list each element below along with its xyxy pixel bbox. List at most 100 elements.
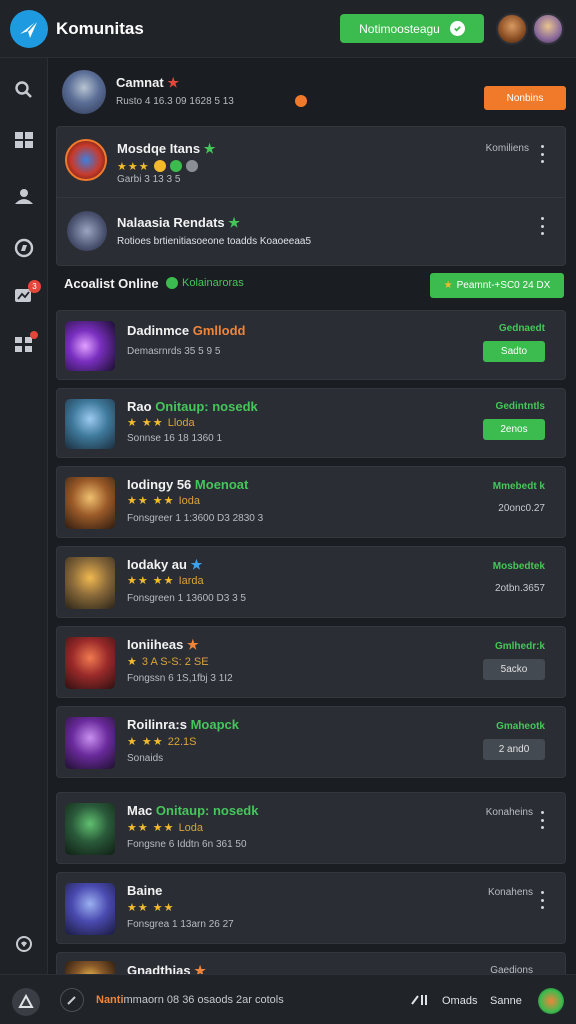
profile-name: Camnat ★ [116, 75, 179, 90]
top-action-button[interactable]: Notimoosteagu [340, 14, 484, 43]
chat-icon[interactable]: 3 [12, 280, 41, 308]
dot-badge [30, 331, 38, 339]
search-icon[interactable] [12, 78, 36, 102]
bottom-label-1[interactable]: Omads [442, 995, 477, 1007]
item1-meta: Garbi 3 13 3 5 [117, 174, 181, 185]
section-action-button[interactable]: ★ Peamnt-+SC0 24 DX [430, 273, 564, 298]
game-action-button[interactable]: 2enos [483, 419, 545, 440]
profile-action-button[interactable]: Nonbins [484, 86, 566, 110]
game-action-button[interactable]: Sadto [483, 341, 545, 362]
notification-badge: 3 [28, 280, 41, 293]
game-status: Mmebedt k [492, 481, 545, 492]
friend-avatar[interactable] [532, 13, 564, 45]
game-card[interactable]: Gnadthias ★ Gaedions [56, 952, 566, 974]
section-subtitle: Kolainaroras [166, 277, 244, 289]
game-title: Roilinra:s Moapck [127, 717, 239, 732]
game-thumbnail [65, 399, 115, 449]
volume-icon[interactable] [408, 988, 432, 1012]
game-meta: Fonsgreer 1 1:3600 D3 2830 3 [127, 513, 264, 524]
game-card[interactable]: Rao Onitaup: nosedk ★ ★★ Lloda Sonnse 16… [56, 388, 566, 458]
game-action-button[interactable]: 2 and0 [483, 739, 545, 760]
profile-strip: Camnat ★ Rusto 4 16.3 09 1628 5 13 Nonbi… [56, 58, 568, 122]
game-thumbnail [65, 477, 115, 529]
item2-more-icon[interactable] [541, 217, 545, 235]
game-thumbnail [65, 961, 115, 974]
top-bar: Komunitas Notimoosteagu [0, 0, 576, 58]
check-icon [449, 21, 465, 36]
game-rating: ★ ★★ Lloda [127, 417, 195, 429]
app-title: Komunitas [56, 18, 144, 38]
bottom-status-text: Nantimmaorn 08 36 osaods 2ar cotols [96, 994, 284, 1006]
game-meta: Fonsgreen 1 13600 D3 3 5 [127, 593, 246, 604]
item2-name: Nalaasia Rendats ★ [117, 215, 240, 230]
profile-meta: Rusto 4 16.3 09 1628 5 13 [116, 96, 234, 107]
game-thumbnail [65, 321, 115, 371]
game-meta: Fongsne 6 Iddtn 6n 361 50 [127, 839, 247, 850]
bottom-label-2[interactable]: Sanne [490, 995, 522, 1007]
game-card[interactable]: Baine ★★ ★★ Fonsgrea 1 13arn 26 27 Konah… [56, 872, 566, 944]
game-title: Mac Onitaup: nosedk [127, 803, 259, 818]
game-thumbnail [65, 717, 115, 769]
item2-avatar[interactable] [67, 211, 107, 251]
sidebar: 3 [0, 58, 48, 974]
game-rating: ★★ ★★ [127, 902, 175, 914]
game-card[interactable]: Mac Onitaup: nosedk ★★ ★★ Loda Fongsne 6… [56, 792, 566, 864]
users-icon[interactable] [12, 184, 36, 208]
game-meta: Sonnse 16 18 1360 1 [127, 433, 223, 444]
game-action-button[interactable]: 5acko [483, 659, 545, 680]
game-title: Dadinmce Gmllodd [127, 323, 246, 338]
top-action-label: Notimoosteagu [359, 21, 440, 36]
game-status: Konahens [487, 887, 533, 898]
game-meta: Fonsgrea 1 13arn 26 27 [127, 919, 234, 930]
game-rating: ★ ★★ 22.1S [127, 736, 197, 748]
app-logo[interactable] [10, 9, 48, 48]
game-title: Ioniiheas ★ [127, 637, 199, 652]
game-more-icon[interactable] [541, 811, 545, 829]
game-card[interactable]: Dadinmce Gmllodd Demasrnrds 35 5 9 5 Ged… [56, 310, 566, 380]
game-title: Iodaky au ★ [127, 557, 203, 572]
game-time: 2otbn.3657 [494, 583, 545, 594]
game-status: Mosbedtek [492, 561, 545, 572]
app-root: Komunitas Notimoosteagu 3 Camnat ★ Rusto… [0, 0, 576, 1024]
game-card[interactable]: Iodingy 56 Moenoat ★★ ★★ Ioda Fonsgreer … [56, 466, 566, 538]
game-meta: Sonaids [127, 753, 164, 764]
game-status: Gednaedt [498, 323, 545, 334]
game-status: Konaheins [485, 807, 533, 818]
item1-rating: ★★★ [117, 160, 198, 173]
game-status: Gaedions [490, 965, 533, 974]
game-rating: ★ 3 A S-S: 2 SE [127, 656, 209, 668]
game-thumbnail [65, 803, 115, 855]
game-title: Iodingy 56 Moenoat [127, 477, 249, 492]
home-icon[interactable] [12, 988, 40, 1016]
grid-icon[interactable] [12, 128, 36, 152]
game-rating: ★★ ★★ Loda [127, 822, 204, 834]
game-title: Rao Onitaup: nosedk [127, 399, 258, 414]
games-icon[interactable] [12, 331, 38, 356]
item1-avatar[interactable] [65, 139, 107, 181]
item1-status: Komiliens [485, 143, 529, 154]
game-rating: ★★ ★★ Iarda [127, 575, 204, 587]
game-thumbnail [65, 557, 115, 609]
item1-name: Mosdqe Itans ★ [117, 141, 216, 156]
edit-icon[interactable] [60, 988, 84, 1012]
game-meta: Fongssn 6 1S,1fbj 3 1I2 [127, 673, 233, 684]
game-thumbnail [65, 637, 115, 689]
game-more-icon[interactable] [541, 891, 545, 909]
game-card[interactable]: Roilinra:s Moapck ★ ★★ 22.1S Sonaids Gma… [56, 706, 566, 778]
profile-menu-icon[interactable] [538, 988, 564, 1014]
friends-panel: Mosdqe Itans ★ ★★★ Garbi 3 13 3 5 Komili… [56, 126, 566, 266]
game-thumbnail [65, 883, 115, 935]
game-status: Gedintntls [495, 401, 545, 412]
user-avatar[interactable] [496, 13, 528, 45]
game-card[interactable]: Iodaky au ★ ★★ ★★ Iarda Fonsgreen 1 1360… [56, 546, 566, 618]
bottom-bar: Nantimmaorn 08 36 osaods 2ar cotols Omad… [0, 974, 576, 1024]
profile-avatar[interactable] [62, 70, 106, 114]
main-content: Camnat ★ Rusto 4 16.3 09 1628 5 13 Nonbi… [56, 58, 568, 974]
heart-icon[interactable] [12, 932, 36, 956]
compass-icon[interactable] [12, 236, 36, 260]
item1-more-icon[interactable] [541, 145, 545, 163]
game-card[interactable]: Ioniiheas ★ ★ 3 A S-S: 2 SE Fongssn 6 1S… [56, 626, 566, 698]
game-time: 20onc0.27 [498, 503, 545, 514]
game-rating: ★★ ★★ Ioda [127, 495, 200, 507]
item2-sub: Rotioes brtienitiasoeone toadds Koaoeeaa… [117, 236, 312, 247]
